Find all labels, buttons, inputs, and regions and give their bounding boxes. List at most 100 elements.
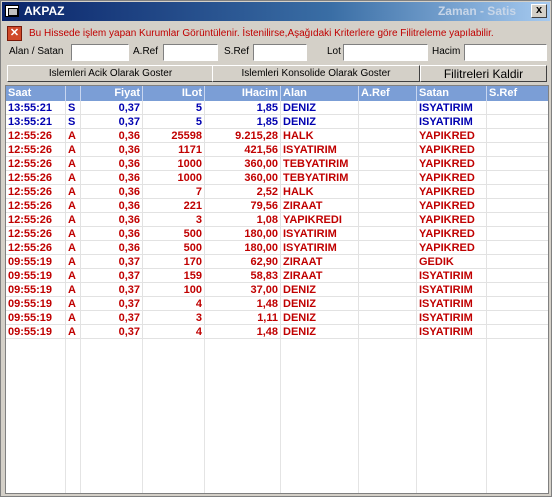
table-row[interactable]: 09:55:19 A 0,37 159 58,83 ZIRAAT ISYATIRIM xyxy=(6,269,548,283)
table-row[interactable]: 12:55:26 A 0,36 500 180,00 ISYATIRIM YAPIKRED xyxy=(6,227,548,241)
hacim-label: Hacim xyxy=(432,46,461,57)
table-row[interactable]: 12:55:26 A 0,36 1171 421,56 ISYATIRIM YAPIKRED xyxy=(6,143,548,157)
cell-lot: 1000 xyxy=(143,171,205,185)
table-row[interactable]: 12:55:26 A 0,36 3 1,08 YAPIKREDI YAPIKRED xyxy=(6,213,548,227)
cell-alan: DENIZ xyxy=(281,115,359,129)
cell-sref xyxy=(487,171,548,185)
cell-lot: 221 xyxy=(143,199,205,213)
cell-hacim: 9.215,28 xyxy=(205,129,281,143)
table-row[interactable]: 12:55:26 A 0,36 221 79,56 ZIRAAT YAPIKRED xyxy=(6,199,548,213)
cell-t: A xyxy=(66,255,81,269)
table-row[interactable]: 09:55:19 A 0,37 100 37,00 DENIZ ISYATIRIM xyxy=(6,283,548,297)
cell-hacim: 1,85 xyxy=(205,101,281,115)
cell-lot: 170 xyxy=(143,255,205,269)
cell-aref xyxy=(359,283,417,297)
cell-satan: YAPIKRED xyxy=(417,213,487,227)
cell-fiyat: 0,36 xyxy=(81,171,143,185)
table-row[interactable]: 09:55:19 A 0,37 170 62,90 ZIRAAT GEDIK xyxy=(6,255,548,269)
cell-fiyat: 0,37 xyxy=(81,297,143,311)
cell-satan: YAPIKRED xyxy=(417,171,487,185)
show-consolidated-button[interactable]: Islemleri Konsolide Olarak Goster xyxy=(212,65,420,82)
sref-input[interactable] xyxy=(253,44,307,61)
cell-t: A xyxy=(66,227,81,241)
col-satan[interactable]: Satan xyxy=(417,86,487,101)
col-aref[interactable]: A.Ref xyxy=(359,86,417,101)
cell-t: A xyxy=(66,241,81,255)
cell-alan: YAPIKREDI xyxy=(281,213,359,227)
remove-filters-button[interactable]: Filitreleri Kaldir xyxy=(420,65,547,82)
table-row[interactable]: 09:55:19 A 0,37 4 1,48 DENIZ ISYATIRIM xyxy=(6,325,548,339)
close-x-icon[interactable]: ✕ xyxy=(7,26,22,41)
cell-fiyat: 0,37 xyxy=(81,115,143,129)
table-row[interactable]: 12:55:26 A 0,36 500 180,00 ISYATIRIM YAPIKRED xyxy=(6,241,548,255)
cell-hacim: 421,56 xyxy=(205,143,281,157)
cell-t: A xyxy=(66,157,81,171)
col-hacim[interactable]: IHacim xyxy=(205,86,281,101)
alan-satan-input[interactable] xyxy=(71,44,129,61)
cell-alan: HALK xyxy=(281,129,359,143)
window-subtitle: Zaman - Satis xyxy=(437,4,516,18)
close-button[interactable]: x xyxy=(531,4,547,18)
cell-hacim: 2,52 xyxy=(205,185,281,199)
col-lot[interactable]: ILot xyxy=(143,86,205,101)
trades-table[interactable]: Saat Fiyat ILot IHacim Alan A.Ref Satan … xyxy=(5,85,549,494)
cell-saat: 12:55:26 xyxy=(6,185,66,199)
cell-satan: ISYATIRIM xyxy=(417,101,487,115)
cell-sref xyxy=(487,297,548,311)
cell-t: A xyxy=(66,171,81,185)
cell-saat: 09:55:19 xyxy=(6,269,66,283)
aref-input[interactable] xyxy=(163,44,218,61)
show-open-button[interactable]: Islemleri Acik Olarak Goster xyxy=(7,65,214,82)
table-row[interactable]: 12:55:26 A 0,36 1000 360,00 TEBYATIRIM YAPIKRE… xyxy=(6,171,548,185)
cell-t: A xyxy=(66,143,81,157)
hacim-input[interactable] xyxy=(464,44,547,61)
table-row[interactable]: 12:55:26 A 0,36 7 2,52 HALK YAPIKRED xyxy=(6,185,548,199)
table-row[interactable]: 09:55:19 A 0,37 4 1,48 DENIZ ISYATIRIM xyxy=(6,297,548,311)
cell-saat: 09:55:19 xyxy=(6,325,66,339)
cell-t: A xyxy=(66,325,81,339)
col-alan[interactable]: Alan xyxy=(281,86,359,101)
lot-input[interactable] xyxy=(343,44,428,61)
cell-fiyat: 0,37 xyxy=(81,325,143,339)
cell-aref xyxy=(359,171,417,185)
cell-hacim: 1,85 xyxy=(205,115,281,129)
cell-sref xyxy=(487,283,548,297)
table-row[interactable]: 13:55:21 S 0,37 5 1,85 DENIZ ISYATIRIM xyxy=(6,101,548,115)
cell-aref xyxy=(359,241,417,255)
table-row[interactable]: 13:55:21 S 0,37 5 1,85 DENIZ ISYATIRIM xyxy=(6,115,548,129)
col-fiyat[interactable]: Fiyat xyxy=(81,86,143,101)
table-body: 13:55:21 S 0,37 5 1,85 DENIZ ISYATIRIM 13:55:21… xyxy=(6,101,548,339)
cell-lot: 3 xyxy=(143,213,205,227)
cell-aref xyxy=(359,185,417,199)
cell-alan: ISYATIRIM xyxy=(281,143,359,157)
col-saat[interactable]: Saat xyxy=(6,86,66,101)
table-row[interactable]: 12:55:26 A 0,36 1000 360,00 TEBYATIRIM YAPIKRE… xyxy=(6,157,548,171)
info-bar: ✕ Bu Hissede işlem yapan Kurumlar Görünt… xyxy=(5,25,549,43)
cell-aref xyxy=(359,325,417,339)
table-row[interactable]: 12:55:26 A 0,36 25598 9.215,28 HALK YAPIKRED xyxy=(6,129,548,143)
sref-label: S.Ref xyxy=(224,46,250,57)
cell-saat: 12:55:26 xyxy=(6,199,66,213)
table-row[interactable]: 09:55:19 A 0,37 3 1,11 DENIZ ISYATIRIM xyxy=(6,311,548,325)
cell-lot: 100 xyxy=(143,283,205,297)
cell-satan: ISYATIRIM xyxy=(417,283,487,297)
cell-lot: 5 xyxy=(143,101,205,115)
col-sref[interactable]: S.Ref xyxy=(487,86,548,101)
cell-fiyat: 0,37 xyxy=(81,269,143,283)
cell-hacim: 1,11 xyxy=(205,311,281,325)
col-type[interactable] xyxy=(66,86,81,101)
title-bar[interactable]: AKPAZ Zaman - Satis x xyxy=(2,2,550,21)
cell-alan: HALK xyxy=(281,185,359,199)
table-header: Saat Fiyat ILot IHacim Alan A.Ref Satan … xyxy=(6,86,548,101)
cell-aref xyxy=(359,227,417,241)
cell-saat: 09:55:19 xyxy=(6,311,66,325)
cell-satan: ISYATIRIM xyxy=(417,115,487,129)
cell-alan: TEBYATIRIM xyxy=(281,171,359,185)
filter-row: Alan / Satan A.Ref S.Ref Lot Hacim xyxy=(5,44,549,62)
cell-fiyat: 0,36 xyxy=(81,241,143,255)
cell-sref xyxy=(487,129,548,143)
cell-alan: DENIZ xyxy=(281,101,359,115)
cell-t: A xyxy=(66,129,81,143)
cell-aref xyxy=(359,269,417,283)
button-row: Islemleri Acik Olarak Goster Islemleri K… xyxy=(5,65,549,83)
